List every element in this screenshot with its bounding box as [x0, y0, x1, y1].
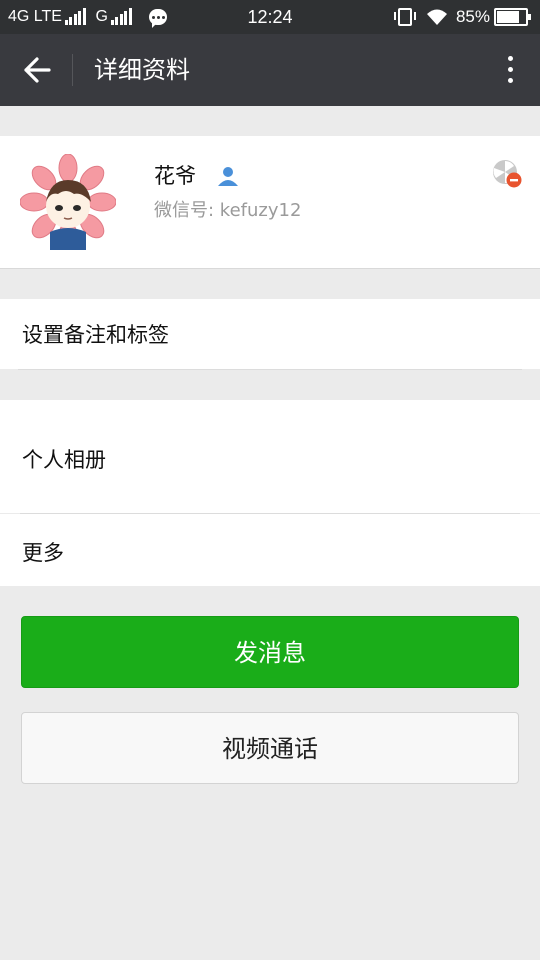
nickname: 花爷 [154, 164, 196, 188]
divider [18, 369, 522, 370]
vibrate-icon [393, 8, 416, 26]
back-arrow-icon [24, 57, 51, 83]
more-label: 更多 [22, 541, 64, 565]
title-divider [72, 54, 73, 86]
wifi-icon [426, 9, 447, 25]
title-bar: 详细资料 [0, 34, 540, 106]
contact-person-icon [218, 167, 238, 186]
wechat-id: 微信号: kefuzy12 [154, 200, 302, 221]
battery-icon [494, 8, 531, 26]
personal-album-item[interactable]: 个人相册 [0, 400, 540, 513]
remark-tags-label: 设置备注和标签 [22, 323, 169, 347]
video-call-button[interactable]: 视频通话 [21, 712, 519, 784]
profile-card[interactable]: 花爷 微信号: kefuzy12 [0, 136, 540, 269]
more-vertical-icon [508, 56, 513, 61]
page-title: 详细资料 [94, 56, 190, 84]
send-message-button[interactable]: 发消息 [21, 616, 519, 688]
back-button[interactable] [10, 46, 62, 94]
status-bar: 4G LTE G 12:24 85% [0, 0, 540, 34]
status-right: 85% [393, 0, 531, 34]
personal-album-label: 个人相册 [22, 448, 106, 472]
more-item[interactable]: 更多 [0, 514, 540, 586]
moments-blocked-icon [493, 160, 522, 188]
avatar[interactable] [20, 154, 116, 250]
battery-percent: 85% [455, 7, 490, 26]
more-menu-button[interactable] [498, 54, 522, 86]
remark-tags-item[interactable]: 设置备注和标签 [0, 299, 540, 369]
